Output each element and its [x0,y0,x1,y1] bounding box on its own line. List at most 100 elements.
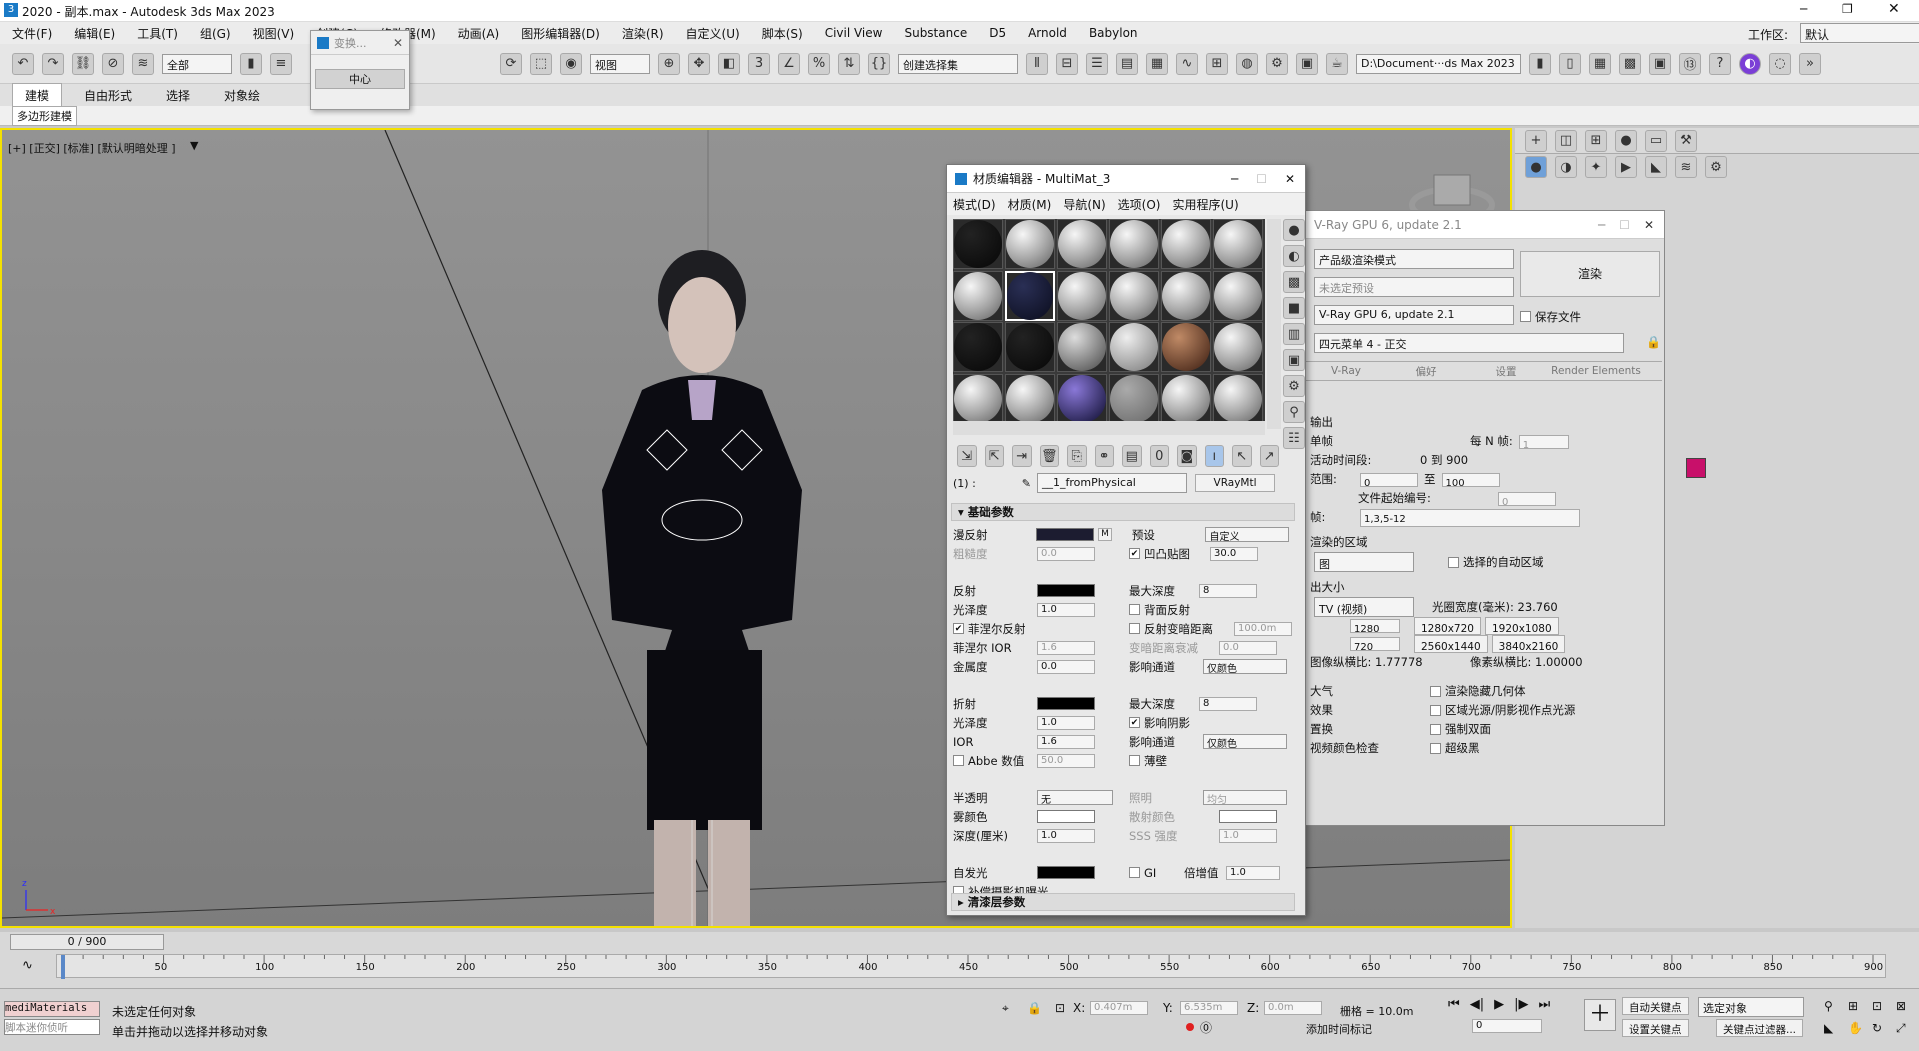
uv-tiling-icon[interactable]: ■ [1283,297,1305,319]
material-slot[interactable] [1005,322,1055,372]
help-icon[interactable]: ? [1709,52,1731,75]
go-start-icon[interactable]: ⏮ [1448,997,1460,1012]
material-slot[interactable] [1057,270,1107,321]
scene-explorer-icon[interactable]: ☰ [1086,52,1108,75]
depth-spinner[interactable]: 1.0 [1037,828,1095,843]
view-select[interactable]: 四元菜单 4 - 正交 [1314,333,1624,353]
zoom-icon[interactable]: ⚲ [1824,999,1833,1013]
bind-space-warp-icon[interactable]: ≋ [132,52,154,75]
close-icon[interactable]: ✕ [1285,172,1295,186]
zoom-extents-icon[interactable]: ⊡ [1872,999,1882,1013]
chat-icon[interactable]: ◌ [1769,52,1791,75]
select-by-name-icon[interactable]: ≡ [270,52,292,75]
menu-material[interactable]: 材质(M) [1008,196,1052,213]
curve-editor-icon[interactable]: ∿ [1176,52,1198,75]
schematic-view-icon[interactable]: ⊞ [1206,52,1228,75]
z-coord[interactable]: 0.0m [1264,1001,1322,1015]
diffuse-swatch[interactable] [1036,528,1095,541]
backlight-icon[interactable]: ◐ [1283,245,1305,267]
current-frame[interactable]: 0 [1472,1019,1542,1033]
menu-graph-editors[interactable]: 图形编辑器(D) [521,25,600,42]
material-slot[interactable] [1057,322,1107,372]
tab-selection[interactable]: 选择 [154,84,202,107]
more-icon[interactable]: » [1799,52,1821,75]
move-icon[interactable]: ✥ [688,52,710,75]
spacewarps-icon[interactable]: ≋ [1675,156,1697,178]
filter-icon[interactable]: ▼ [190,139,198,152]
reference-coord[interactable]: 视图 [590,53,650,74]
layer-icon[interactable]: ▦ [1589,52,1611,75]
viewport-label[interactable]: [+] [正交] [标准] [默认明暗处理 ] [8,140,176,156]
render-hidden-checkbox[interactable] [1430,686,1441,697]
maxscript-mini-input[interactable]: 脚本迷你侦听 [4,1019,100,1035]
redo-icon[interactable]: ↷ [42,52,64,75]
tab-gi[interactable]: 偏好 [1386,364,1466,379]
material-slot[interactable] [1213,219,1263,269]
shapes-icon[interactable]: ◑ [1555,156,1577,178]
menu-civil-view[interactable]: Civil View [825,26,883,40]
material-slot[interactable] [953,270,1003,321]
render-frame-icon[interactable]: ▣ [1296,52,1318,75]
fresnel-ior-spinner[interactable]: 1.6 [1037,640,1095,655]
roughness-spinner[interactable]: 0.0 [1037,546,1095,561]
metalness-spinner[interactable]: 0.0 [1037,659,1095,674]
manipulate-icon[interactable]: ◧ [718,52,740,75]
put-to-scene-icon[interactable]: ⇱ [984,445,1004,467]
eyedropper-icon[interactable]: ✎ [1022,477,1031,490]
material-slot[interactable] [1213,270,1263,321]
render-setup-icon[interactable]: ⚙ [1266,52,1288,75]
range-from-spinner[interactable]: 0 [1360,472,1418,489]
menu-babylon[interactable]: Babylon [1089,26,1138,40]
material-slot[interactable] [953,322,1003,372]
set-key-button[interactable]: 设置关键点 [1622,1019,1689,1037]
material-slot[interactable] [1109,219,1159,269]
menu-edit[interactable]: 编辑(E) [74,25,115,42]
maximize-icon[interactable]: ☐ [1256,172,1267,186]
maximize-icon[interactable]: ❐ [1842,2,1853,16]
orbit-icon[interactable]: ↻ [1872,1021,1882,1035]
res-1920-button[interactable]: 1920x1080 [1484,617,1559,635]
pivot-icon[interactable]: ⊕ [658,52,680,75]
systems-icon[interactable]: ⚙ [1705,156,1727,178]
width-spinner[interactable]: 1280 [1350,619,1400,635]
preset-select[interactable]: 未选定预设 [1314,277,1514,297]
material-id-icon[interactable]: 0 [1149,445,1169,467]
abbe-checkbox[interactable] [953,755,964,766]
workspace-select[interactable]: 默认 [1800,23,1919,43]
maxscript-listener[interactable]: mediMaterials [4,1001,100,1017]
menu-modes[interactable]: 模式(D) [953,196,996,213]
atmospherics-option[interactable]: 大气 [1310,682,1430,701]
assign-material-icon[interactable]: ⇥ [1012,445,1032,467]
place-icon[interactable]: ◉ [560,52,582,75]
displacement-option[interactable]: 置换 [1310,720,1430,739]
frames-radio[interactable]: 帧: [1310,508,1360,527]
menu-animation[interactable]: 动画(A) [458,25,500,42]
project-folder-icon[interactable]: ▮ [1529,52,1551,75]
auto-key-button[interactable]: 自动关键点 [1622,997,1689,1015]
percent-snap-icon[interactable]: % [808,52,830,75]
tab-settings[interactable]: 设置 [1466,364,1546,379]
go-sibling-icon[interactable]: ↗ [1259,445,1279,467]
unlink-icon[interactable]: ⊘ [102,52,124,75]
video-check-icon[interactable]: ▥ [1283,323,1305,345]
minimize-icon[interactable]: ─ [1231,172,1238,186]
lights-icon[interactable]: ✦ [1585,156,1607,178]
hierarchy-tab-icon[interactable]: ⊞ [1585,129,1607,152]
get-material-icon[interactable]: ⇲ [957,445,977,467]
create-tab-icon[interactable]: + [1525,129,1547,152]
maximize-icon[interactable]: ☐ [1619,218,1630,232]
isolate-icon[interactable]: ⌖ [1002,1001,1009,1016]
close-icon[interactable]: ✕ [1644,218,1654,232]
menu-scripting[interactable]: 脚本(S) [762,25,803,42]
material-slot[interactable] [953,219,1003,269]
translucency-select[interactable]: 无 [1037,790,1113,806]
material-slot[interactable] [953,373,1003,424]
lock-icon[interactable]: 🔒 [1646,335,1661,349]
spinner-snap-icon[interactable]: ⇅ [838,52,860,75]
select-object-icon[interactable]: ▮ [240,52,262,75]
put-library-icon[interactable]: ▤ [1122,445,1142,467]
close-icon[interactable]: ✕ [393,36,403,50]
rotate-icon[interactable]: ⟳ [500,52,522,75]
make-unique-icon[interactable]: ⚭ [1094,445,1114,467]
save-file-checkbox[interactable] [1520,311,1531,322]
